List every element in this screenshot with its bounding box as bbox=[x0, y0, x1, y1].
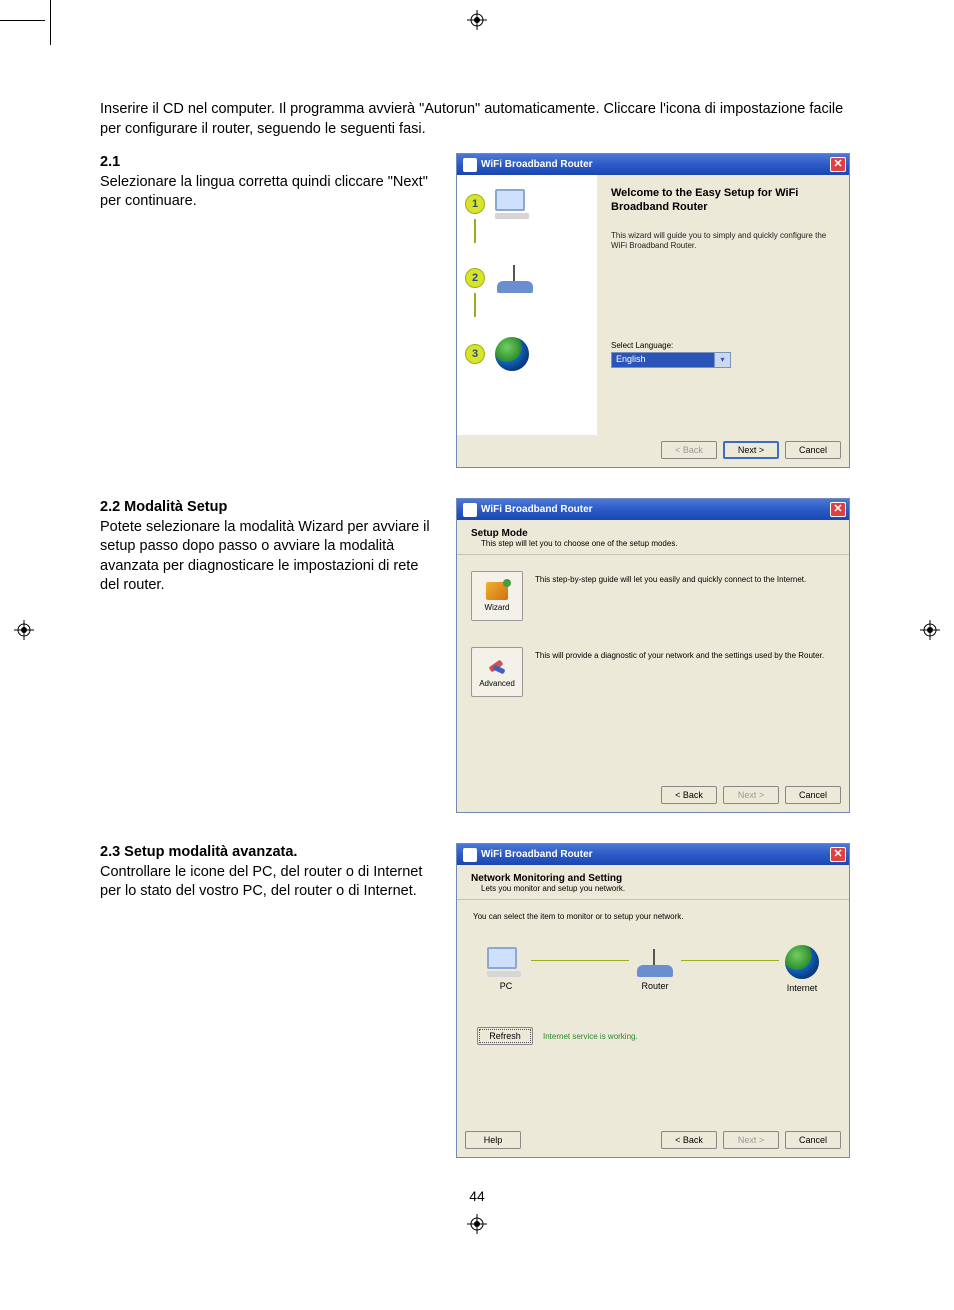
back-button[interactable]: < Back bbox=[661, 786, 717, 804]
status-message: Internet service is working. bbox=[543, 1032, 638, 1041]
next-button[interactable]: Next > bbox=[723, 786, 779, 804]
chevron-down-icon: ▾ bbox=[714, 353, 730, 367]
globe-icon bbox=[785, 945, 819, 979]
step-connector bbox=[474, 219, 476, 243]
help-button[interactable]: Help bbox=[465, 1131, 521, 1149]
wizard-mode-description: This step-by-step guide will let you eas… bbox=[535, 571, 835, 585]
language-label: Select Language: bbox=[611, 341, 835, 350]
next-button[interactable]: Next > bbox=[723, 441, 779, 459]
back-button[interactable]: < Back bbox=[661, 441, 717, 459]
close-icon[interactable]: ✕ bbox=[830, 502, 846, 517]
section-heading-2-3: 2.3 Setup modalità avanzata. bbox=[100, 844, 297, 860]
step-badge-2: 2 bbox=[465, 268, 485, 288]
welcome-subtitle: This wizard will guide you to simply and… bbox=[611, 231, 835, 251]
setup-mode-subheading: This step will let you to choose one of … bbox=[481, 539, 837, 548]
language-select[interactable]: English ▾ bbox=[611, 352, 731, 368]
app-icon bbox=[463, 848, 477, 862]
section-body-2-1: Selezionare la lingua corretta quindi cl… bbox=[100, 174, 428, 210]
dialog-title: WiFi Broadband Router bbox=[481, 159, 593, 170]
pc-label: PC bbox=[500, 981, 513, 991]
internet-status-item[interactable]: Internet bbox=[785, 945, 819, 993]
welcome-title: Welcome to the Easy Setup for WiFi Broad… bbox=[611, 187, 835, 215]
advanced-mode-description: This will provide a diagnostic of your n… bbox=[535, 647, 835, 661]
wizard-icon bbox=[485, 581, 509, 601]
dialog-setup-mode: WiFi Broadband Router ✕ Setup Mode This … bbox=[456, 498, 850, 813]
back-button[interactable]: < Back bbox=[661, 1131, 717, 1149]
tools-icon bbox=[485, 657, 509, 677]
dialog-network-monitoring: WiFi Broadband Router ✕ Network Monitori… bbox=[456, 843, 850, 1158]
next-button[interactable]: Next > bbox=[723, 1131, 779, 1149]
setup-mode-heading: Setup Mode bbox=[471, 528, 837, 539]
section-body-2-3: Controllare le icone del PC, del router … bbox=[100, 864, 422, 900]
close-icon[interactable]: ✕ bbox=[830, 847, 846, 862]
pc-status-item[interactable]: PC bbox=[487, 947, 525, 991]
close-icon[interactable]: ✕ bbox=[830, 157, 846, 172]
refresh-button[interactable]: Refresh bbox=[477, 1027, 533, 1045]
page-number: 44 bbox=[100, 1188, 854, 1204]
cancel-button[interactable]: Cancel bbox=[785, 441, 841, 459]
section-heading-2-1: 2.1 bbox=[100, 154, 120, 170]
steps-sidebar: 1 2 bbox=[457, 175, 597, 435]
language-selected-value: English bbox=[612, 353, 714, 367]
globe-icon bbox=[495, 337, 529, 371]
step-badge-1: 1 bbox=[465, 194, 485, 214]
connection-line bbox=[531, 960, 629, 961]
cancel-button[interactable]: Cancel bbox=[785, 1131, 841, 1149]
router-icon bbox=[495, 263, 535, 293]
network-monitoring-subheading: Lets you monitor and setup you network. bbox=[481, 884, 837, 893]
connection-line bbox=[681, 960, 779, 961]
wizard-mode-button[interactable]: Wizard bbox=[471, 571, 523, 621]
section-body-2-2: Potete selezionare la modalità Wizard pe… bbox=[100, 519, 430, 594]
dialog-easy-setup: WiFi Broadband Router ✕ 1 bbox=[456, 153, 850, 468]
pc-icon bbox=[495, 189, 533, 219]
step-badge-3: 3 bbox=[465, 344, 485, 364]
dialog-title: WiFi Broadband Router bbox=[481, 504, 593, 515]
internet-label: Internet bbox=[787, 983, 818, 993]
app-icon bbox=[463, 503, 477, 517]
advanced-mode-button[interactable]: Advanced bbox=[471, 647, 523, 697]
cancel-button[interactable]: Cancel bbox=[785, 786, 841, 804]
wizard-mode-label: Wizard bbox=[485, 603, 510, 612]
router-icon bbox=[635, 947, 675, 977]
section-heading-2-2: 2.2 Modalità Setup bbox=[100, 499, 227, 515]
dialog-title: WiFi Broadband Router bbox=[481, 849, 593, 860]
pc-icon bbox=[487, 947, 525, 977]
network-monitoring-heading: Network Monitoring and Setting bbox=[471, 873, 837, 884]
router-status-item[interactable]: Router bbox=[635, 947, 675, 991]
step-connector bbox=[474, 293, 476, 317]
intro-paragraph: Inserire il CD nel computer. Il programm… bbox=[100, 100, 854, 139]
router-label: Router bbox=[641, 981, 668, 991]
network-monitoring-instruction: You can select the item to monitor or to… bbox=[457, 900, 849, 925]
advanced-mode-label: Advanced bbox=[479, 679, 515, 688]
app-icon bbox=[463, 158, 477, 172]
